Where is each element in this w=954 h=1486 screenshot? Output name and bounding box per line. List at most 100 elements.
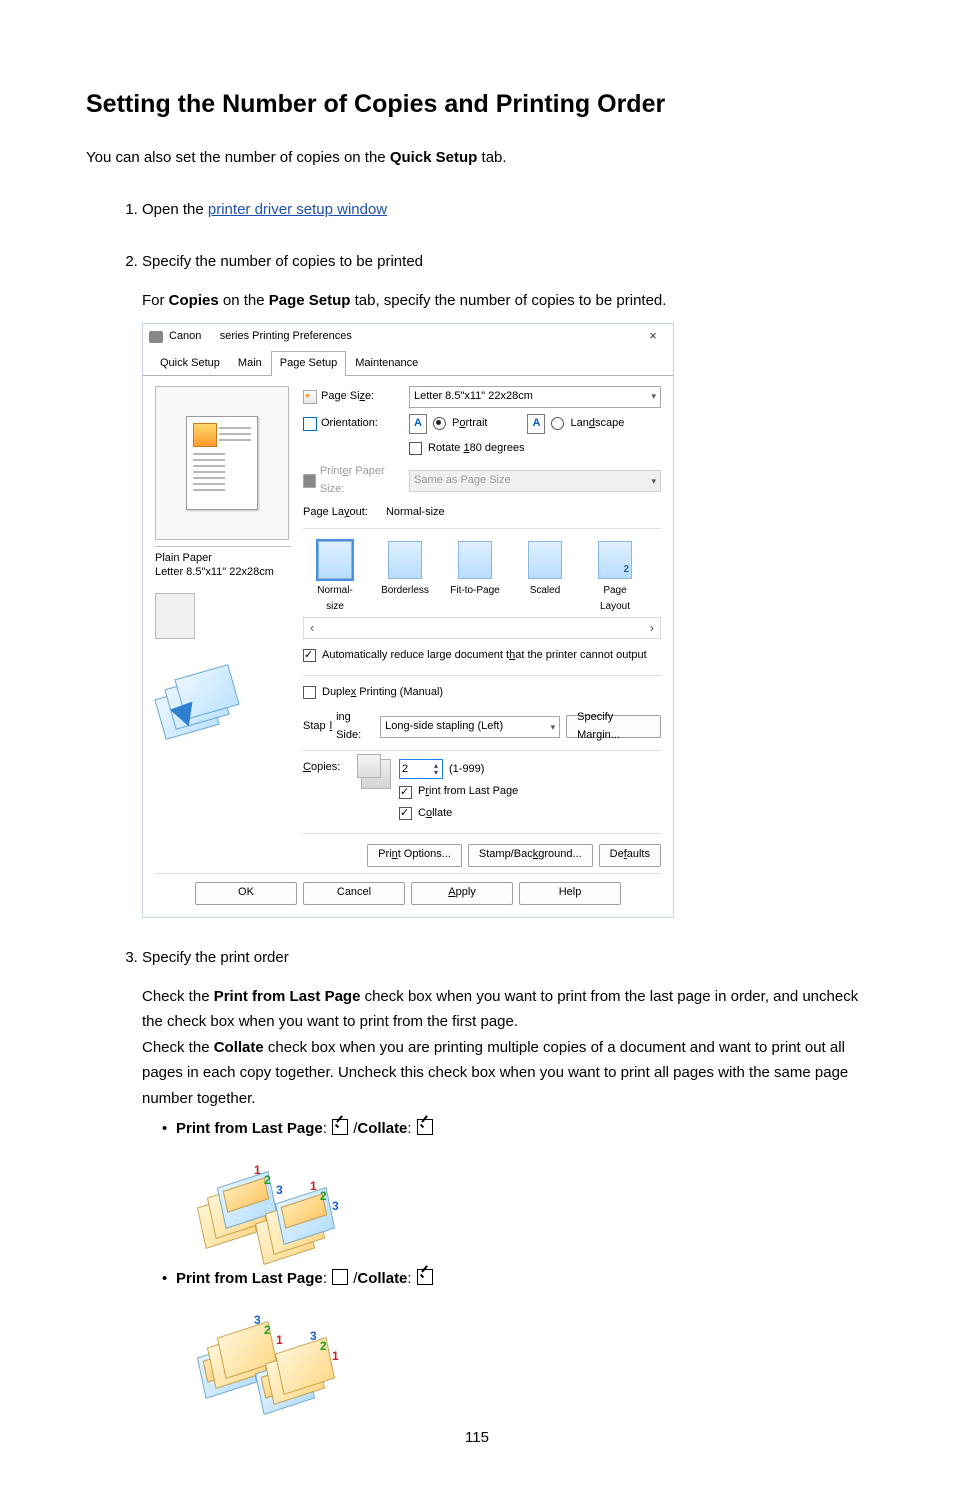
collate-case-2: Print from Last Page: /Collate: 3 2 1 3 … <box>162 1267 868 1399</box>
collate-case-1: Print from Last Page: /Collate: 1 2 3 1 … <box>162 1117 868 1249</box>
print-from-last-page-label: Print from Last Page <box>418 783 518 801</box>
tab-quick-setup[interactable]: Quick Setup <box>151 351 229 376</box>
tab-page-setup[interactable]: Page Setup <box>271 351 347 376</box>
orientation-icon <box>303 417 317 431</box>
help-button[interactable]: Help <box>519 882 621 905</box>
intro-after: tab. <box>477 149 506 166</box>
page-title: Setting the Number of Copies and Printin… <box>86 90 868 119</box>
page-preview <box>155 386 289 540</box>
apply-button[interactable]: Apply <box>411 882 513 905</box>
cancel-button[interactable]: Cancel <box>303 882 405 905</box>
s3p2a: Check the <box>142 1039 214 1056</box>
step3-body: Check the Print from Last Page check box… <box>142 984 868 1112</box>
step2-b2: Page Setup <box>269 292 351 309</box>
step-2: Specify the number of copies to be print… <box>142 250 868 918</box>
portrait-label: Portrait <box>452 415 487 433</box>
layout-borderless[interactable]: Borderless <box>379 541 431 599</box>
printer-driver-setup-window-link[interactable]: printer driver setup window <box>208 201 387 218</box>
print-options-button[interactable]: Print Options... <box>367 844 462 867</box>
step2-mid: on the <box>219 292 269 309</box>
copies-input[interactable] <box>400 762 430 776</box>
duplex-label: Duplex Printing (Manual) <box>322 684 443 702</box>
s3p1b: Print from Last Page <box>214 988 361 1005</box>
step2-body: For Copies on the Page Setup tab, specif… <box>142 288 868 314</box>
close-icon[interactable]: × <box>639 327 667 347</box>
collate-figure-1: 1 2 3 1 2 3 <box>198 1149 348 1249</box>
orientation-text: Orientation: <box>321 415 378 433</box>
printer-paper-size-select: Same as Page Size▾ <box>409 470 661 492</box>
portrait-radio[interactable] <box>433 417 446 430</box>
dialog-tabs: Quick Setup Main Page Setup Maintenance <box>143 350 673 376</box>
step-3: Specify the print order Check the Print … <box>142 946 868 1400</box>
layout-scaled[interactable]: Scaled <box>519 541 571 599</box>
checked-box-icon <box>417 1269 433 1285</box>
tab-maintenance[interactable]: Maintenance <box>346 351 427 376</box>
case1-a: Print from Last Page <box>176 1120 323 1137</box>
duplex-checkbox[interactable] <box>303 686 316 699</box>
layout-page-layout[interactable]: Page Layout <box>589 541 641 615</box>
copies-range: (1-999) <box>449 761 484 779</box>
chevron-down-icon: ▾ <box>551 720 556 734</box>
dialog-title-brand: Canon <box>169 330 201 342</box>
unchecked-box-icon <box>332 1269 348 1285</box>
caption-paper: Plain Paper <box>155 551 291 565</box>
orientation-label: Orientation: <box>303 415 403 433</box>
layout-label: Normal-size <box>317 585 353 612</box>
separator <box>155 546 291 547</box>
stapling-side-value: Long-side stapling (Left) <box>385 718 503 736</box>
stapling-side-label: Stapling Side: <box>303 709 374 744</box>
tab-main[interactable]: Main <box>229 351 271 376</box>
intro-before: You can also set the number of copies on… <box>86 149 390 166</box>
rotate-180-checkbox[interactable] <box>409 442 422 455</box>
print-from-last-page-checkbox[interactable] <box>399 786 412 799</box>
landscape-radio[interactable] <box>551 417 564 430</box>
dialog-title-text: Canon series Printing Preferences <box>169 328 639 346</box>
page-icon <box>303 390 317 404</box>
step1-before: Open the <box>142 201 208 218</box>
copies-label: Copies: <box>303 759 353 777</box>
layout-normal-size[interactable]: Normal-size <box>309 541 361 615</box>
s3p1a: Check the <box>142 988 214 1005</box>
layout-scroll[interactable]: ‹› <box>303 617 661 639</box>
step2-title: Specify the number of copies to be print… <box>142 250 868 274</box>
copies-icon <box>361 759 391 789</box>
chevron-down-icon: ▾ <box>651 474 656 488</box>
defaults-button[interactable]: Defaults <box>599 844 661 867</box>
page-size-select[interactable]: Letter 8.5"x11" 22x28cm ▾ <box>409 386 661 408</box>
caption-size: Letter 8.5"x11" 22x28cm <box>155 565 291 579</box>
printer-icon-small <box>303 474 316 488</box>
rotate-180-label: Rotate 180 degrees <box>428 440 525 458</box>
intro-text: You can also set the number of copies on… <box>86 147 868 170</box>
landscape-badge-icon: A <box>527 414 545 434</box>
printer-icon <box>149 331 163 343</box>
collate-checkbox[interactable] <box>399 807 412 820</box>
preview-caption: Plain Paper Letter 8.5"x11" 22x28cm <box>155 551 291 580</box>
s3p2b: Collate <box>214 1039 264 1056</box>
dialog-titlebar: Canon series Printing Preferences × <box>143 324 673 350</box>
stapling-side-select[interactable]: Long-side stapling (Left) ▾ <box>380 716 560 738</box>
auto-reduce-checkbox[interactable] <box>303 649 316 662</box>
auto-reduce-label: Automatically reduce large document that… <box>322 647 647 665</box>
ok-button[interactable]: OK <box>195 882 297 905</box>
page-layout-label: Page Layout: <box>303 504 368 522</box>
landscape-label: Landscape <box>570 415 624 433</box>
printing-preferences-dialog: Canon series Printing Preferences × Quic… <box>142 323 674 918</box>
collate-label: Collate <box>418 805 452 823</box>
collate-figure-2: 3 2 1 3 2 1 <box>198 1299 348 1399</box>
copies-spinner[interactable]: ▴▾ <box>399 759 443 779</box>
specify-margin-button[interactable]: Specify Margin... <box>566 715 661 738</box>
page-size-label: Page Size: <box>303 388 403 406</box>
step2-after: tab, specify the number of copies to be … <box>350 292 666 309</box>
stamp-background-button[interactable]: Stamp/Background... <box>468 844 593 867</box>
secondary-preview <box>155 593 195 639</box>
spinner-arrows-icon[interactable]: ▴▾ <box>430 762 442 776</box>
step2-body-before: For <box>142 292 169 309</box>
layout-label: Page Layout <box>600 585 630 612</box>
layout-fit-to-page[interactable]: Fit-to-Page <box>449 541 501 599</box>
copies-illustration <box>155 657 251 741</box>
page-layout-value: Normal-size <box>386 504 445 522</box>
page-size-value: Letter 8.5"x11" 22x28cm <box>414 388 533 406</box>
checked-box-icon <box>332 1119 348 1135</box>
chevron-down-icon: ▾ <box>651 389 656 403</box>
layout-label: Fit-to-Page <box>450 585 499 596</box>
